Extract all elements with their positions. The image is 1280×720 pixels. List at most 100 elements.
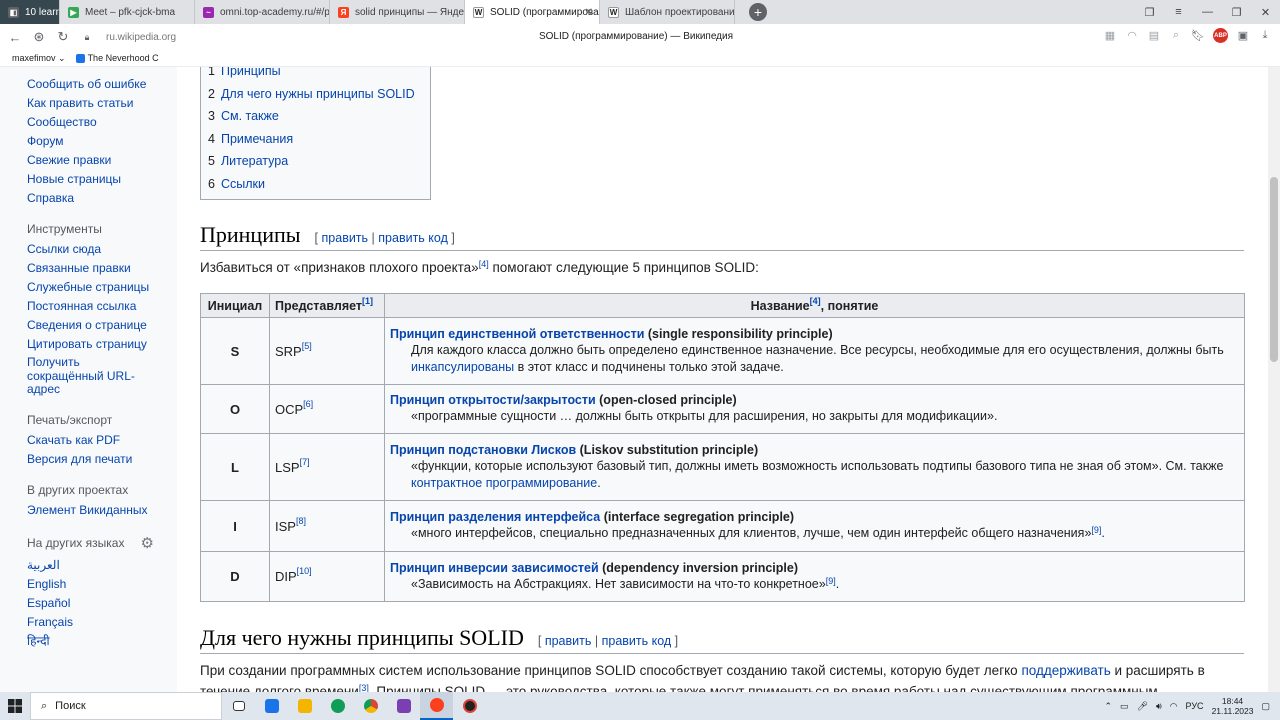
clock-time: 18:44: [1221, 696, 1244, 706]
tab-collections-icon[interactable]: ❐: [1135, 6, 1164, 19]
file-explorer-icon[interactable]: [288, 692, 321, 720]
minimize-icon[interactable]: —: [1193, 6, 1222, 18]
close-icon[interactable]: ✕: [1251, 6, 1280, 19]
sidebar-link[interactable]: Версия для печати: [0, 450, 177, 469]
sidebar-link[interactable]: Как править статьи: [0, 94, 177, 113]
edge-icon[interactable]: [321, 692, 354, 720]
language-link[interactable]: Français: [0, 613, 177, 632]
browser-tab[interactable]: W Шаблон проектирования: [600, 0, 735, 24]
desc-link[interactable]: контрактное программирование: [411, 476, 597, 490]
language-indicator[interactable]: РУС: [1186, 701, 1204, 711]
gear-icon[interactable]: ⚙: [140, 534, 153, 552]
footnote-ref[interactable]: [8]: [296, 516, 306, 526]
browser-tab[interactable]: ◧ 10 learn: [0, 0, 60, 24]
para-link[interactable]: поддерживать: [1021, 663, 1110, 678]
visual-studio-icon[interactable]: [387, 692, 420, 720]
chevron-up-icon[interactable]: ⌃: [1105, 701, 1113, 712]
new-tab-button[interactable]: +: [749, 3, 767, 21]
footnote-ref[interactable]: [1]: [362, 296, 373, 306]
wifi-icon[interactable]: ◠: [1170, 701, 1178, 712]
cell-principle: Принцип подстановки Лисков (Liskov subst…: [384, 433, 1245, 501]
toc-item[interactable]: 3 См. также: [208, 105, 423, 128]
footnote-ref[interactable]: [4]: [479, 259, 489, 269]
footnote-ref[interactable]: [9]: [826, 576, 836, 586]
collections-icon[interactable]: ▣: [1236, 29, 1250, 42]
download-icon[interactable]: ⤓: [1258, 29, 1272, 42]
bookmark-item[interactable]: The Neverhood C: [75, 53, 159, 64]
browser-tab-active[interactable]: W SOLID (программирован ✕: [465, 0, 600, 24]
menu-icon[interactable]: ≡: [1164, 6, 1193, 18]
search-icon[interactable]: ⌕: [1169, 29, 1183, 42]
sidebar-link[interactable]: Связанные правки: [0, 259, 177, 278]
sidebar-link[interactable]: Служебные страницы: [0, 278, 177, 297]
adblock-icon[interactable]: ABP: [1213, 28, 1228, 43]
principle-link[interactable]: Принцип инверсии зависимостей: [390, 561, 599, 575]
toc-item[interactable]: 5 Литература: [208, 150, 423, 173]
sidebar-link[interactable]: Справка: [0, 189, 177, 208]
footnote-ref[interactable]: [5]: [302, 341, 312, 351]
desc-link[interactable]: инкапсулированы: [411, 360, 514, 374]
maximize-icon[interactable]: ❐: [1222, 6, 1251, 19]
browser-tab[interactable]: Я solid принципы — Яндекс: [330, 0, 465, 24]
toc-item[interactable]: 2 Для чего нужны принципы SOLID: [208, 83, 423, 106]
sidebar-link[interactable]: Сведения о странице: [0, 316, 177, 335]
edit-code-link[interactable]: править код: [378, 231, 448, 245]
windows-start-icon[interactable]: [0, 692, 30, 720]
extensions-icon[interactable]: ▦: [1103, 29, 1117, 42]
chrome-icon[interactable]: [354, 692, 387, 720]
mic-icon[interactable]: 🎤︎: [1137, 701, 1148, 712]
footnote-ref[interactable]: [4]: [810, 296, 821, 306]
sidebar-link[interactable]: Постоянная ссылка: [0, 297, 177, 316]
sidebar-link[interactable]: Цитировать страницу: [0, 335, 177, 354]
edit-link[interactable]: править: [322, 231, 369, 245]
scrollbar-thumb[interactable]: [1270, 177, 1278, 362]
tab-favicon: ◧: [8, 6, 19, 18]
footnote-ref[interactable]: [6]: [303, 399, 313, 409]
network-icon[interactable]: ▭: [1120, 701, 1129, 712]
bookmark-icon[interactable]: 🔖︎: [1191, 29, 1205, 42]
sidebar-link[interactable]: Элемент Викиданных: [0, 501, 177, 520]
principle-link[interactable]: Принцип разделения интерфейса: [390, 510, 600, 524]
principle-link[interactable]: Принцип подстановки Лисков: [390, 443, 576, 457]
edit-code-link[interactable]: править код: [602, 634, 672, 648]
yandex-browser-icon[interactable]: [420, 692, 453, 720]
close-tab-icon[interactable]: ✕: [585, 7, 593, 18]
page-scrollbar[interactable]: [1268, 67, 1280, 692]
footnote-ref[interactable]: [10]: [297, 566, 312, 576]
headphones-icon[interactable]: ◠: [1125, 29, 1139, 42]
sidebar-link[interactable]: Ссылки сюда: [0, 240, 177, 259]
toc-item[interactable]: 4 Примечания: [208, 128, 423, 151]
task-view-icon[interactable]: [222, 692, 255, 720]
notifications-icon[interactable]: ▢: [1261, 701, 1270, 712]
sidebar-link[interactable]: Сообщить об ошибке: [0, 75, 177, 94]
language-link[interactable]: English: [0, 575, 177, 594]
app-icon[interactable]: [453, 692, 486, 720]
sidebar-link[interactable]: Скачать как PDF: [0, 431, 177, 450]
sidebar-link[interactable]: Новые страницы: [0, 170, 177, 189]
language-link[interactable]: हिन्दी: [0, 632, 177, 651]
principle-link[interactable]: Принцип открытости/закрытости: [390, 393, 596, 407]
edit-link[interactable]: править: [545, 634, 592, 648]
footnote-ref[interactable]: [7]: [300, 457, 310, 467]
sidebar-link[interactable]: Форум: [0, 132, 177, 151]
profile-bookmark[interactable]: maxefimov ⌄: [12, 53, 66, 64]
edit-separator: |: [594, 634, 599, 648]
volume-icon[interactable]: 🔊︎: [1156, 701, 1162, 712]
principle-link[interactable]: Принцип единственной ответственности: [390, 327, 644, 341]
toc-label: Литература: [220, 154, 289, 169]
browser-tab[interactable]: ▶ Meet – pfk-cjck-bma: [60, 0, 195, 24]
clock[interactable]: 18:44 21.11.2023: [1212, 696, 1254, 716]
language-link[interactable]: العربية: [0, 556, 177, 575]
sidebar-link[interactable]: Сообщество: [0, 113, 177, 132]
sidebar-link[interactable]: Получить сокращённый URL-адрес: [0, 354, 135, 399]
browser-tab[interactable]: ~ omni.top-academy.ru/#/p: [195, 0, 330, 24]
reader-icon[interactable]: ▤: [1147, 29, 1161, 42]
footnote-ref[interactable]: [9]: [1091, 525, 1101, 535]
store-icon[interactable]: [255, 692, 288, 720]
sidebar-link[interactable]: Свежие правки: [0, 151, 177, 170]
taskbar-search[interactable]: ⌕ Поиск: [30, 692, 222, 720]
toc-item[interactable]: 1 Принципы: [208, 67, 423, 83]
footnote-ref[interactable]: [3]: [359, 683, 369, 692]
toc-item[interactable]: 6 Ссылки: [208, 173, 423, 196]
language-link[interactable]: Español: [0, 594, 177, 613]
